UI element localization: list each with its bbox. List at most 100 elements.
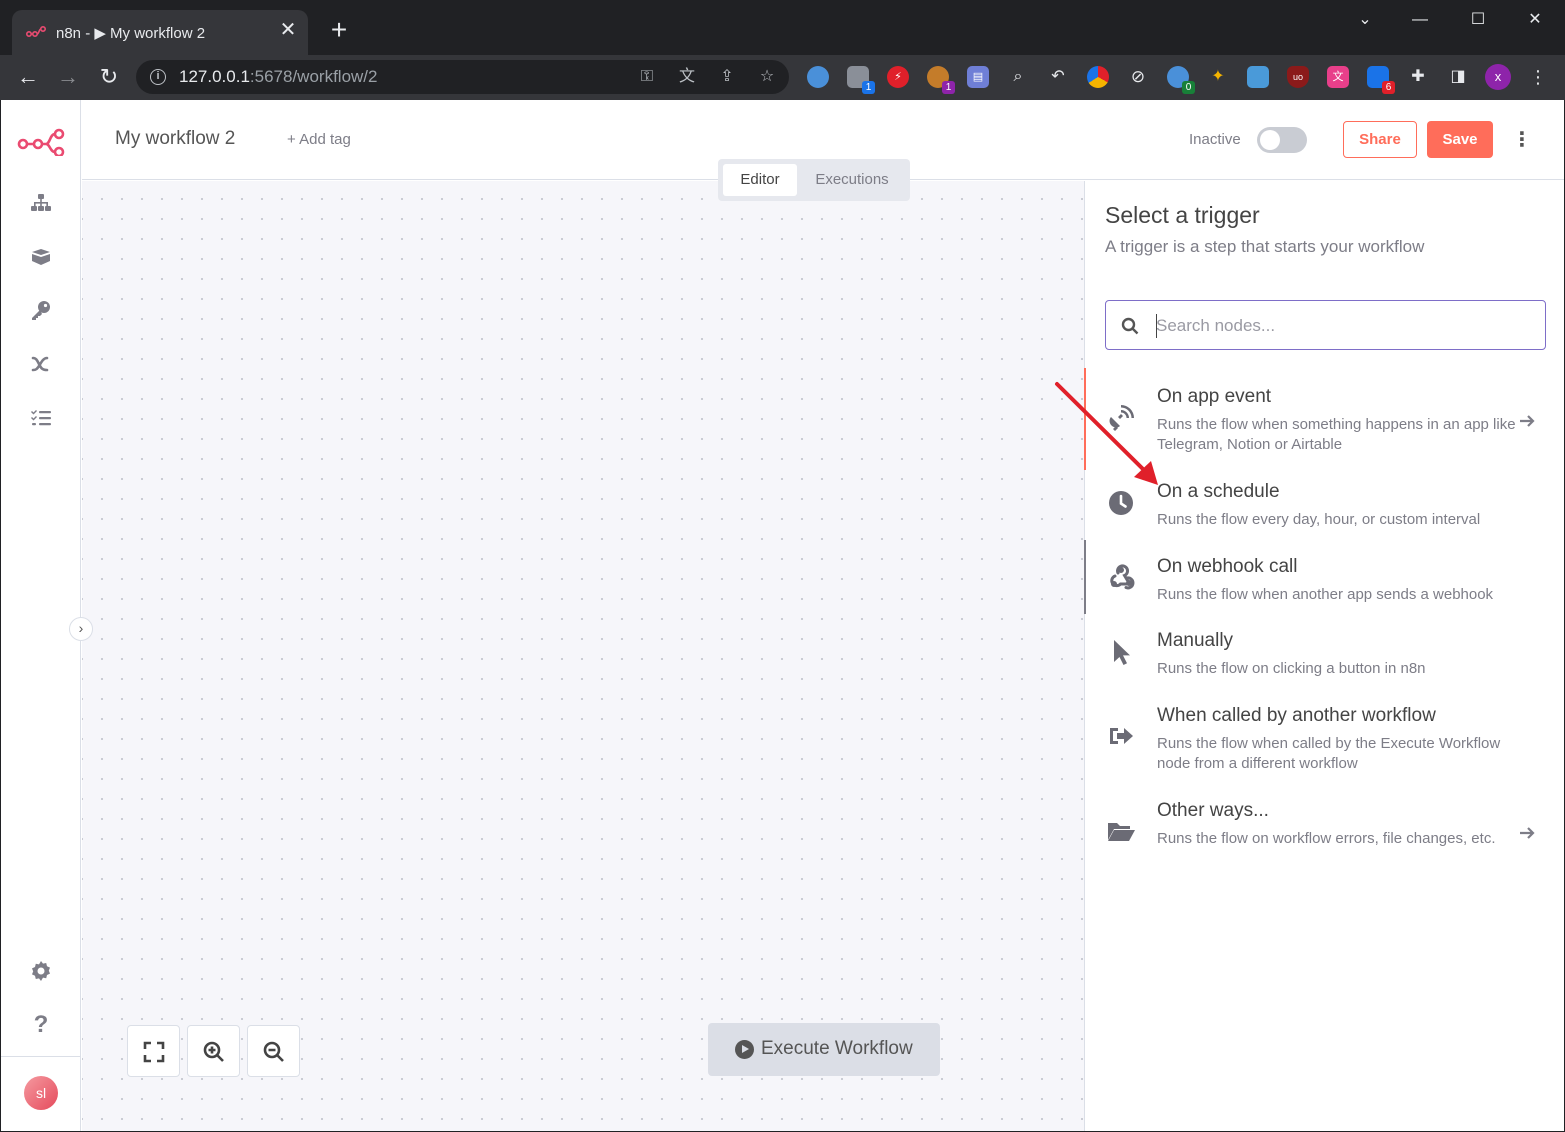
site-info-icon[interactable]: i [150, 69, 166, 85]
user-avatar[interactable]: sl [24, 1076, 58, 1110]
workflow-canvas[interactable]: Editor Executions Execute Workflow [82, 159, 1084, 1131]
extension-book-icon[interactable] [1247, 66, 1269, 88]
key-icon[interactable]: ⚿ [636, 67, 658, 87]
share-button[interactable]: Share [1343, 121, 1417, 158]
play-icon [735, 1040, 754, 1059]
extension-block-icon[interactable]: ⊘ [1127, 66, 1149, 88]
extension-compass-icon[interactable] [807, 66, 829, 88]
active-indicator [1084, 368, 1086, 470]
close-window-icon[interactable]: ✕ [1515, 8, 1555, 32]
satellite-icon [1105, 402, 1137, 434]
n8n-logo-icon[interactable] [17, 128, 65, 156]
trigger-item-desc: Runs the flow on clicking a button in n8… [1157, 660, 1426, 677]
trigger-item-app-event[interactable]: On app event Runs the flow when somethin… [1084, 368, 1564, 470]
workflows-icon[interactable] [29, 191, 53, 215]
trigger-item-desc: Runs the flow every day, hour, or custom… [1157, 511, 1481, 528]
trigger-item-called-by-workflow[interactable]: When called by another workflow Runs the… [1085, 705, 1564, 783]
workflow-name[interactable]: My workflow 2 [115, 128, 235, 150]
extension-translate-icon[interactable]: 文 [1327, 66, 1349, 88]
trigger-item-desc: Runs the flow on workflow errors, file c… [1157, 830, 1496, 847]
executions-icon[interactable] [29, 406, 53, 430]
variables-icon[interactable] [29, 352, 53, 376]
templates-icon[interactable] [29, 245, 53, 269]
side-panel-icon[interactable]: ◨ [1447, 66, 1469, 88]
panel-title: Select a trigger [1105, 202, 1260, 228]
reload-icon[interactable]: ↻ [95, 63, 123, 91]
tab-editor[interactable]: Editor [723, 164, 797, 196]
trigger-panel: Select a trigger A trigger is a step tha… [1084, 181, 1564, 1131]
extension-ublock-icon[interactable]: uo [1287, 66, 1309, 88]
profile-avatar[interactable]: x [1485, 64, 1511, 90]
active-toggle[interactable] [1257, 127, 1307, 153]
back-icon[interactable]: ← [14, 63, 42, 91]
new-tab-button[interactable]: + [326, 16, 352, 44]
forward-icon[interactable]: → [54, 63, 82, 91]
trigger-item-name: Other ways... [1157, 800, 1269, 821]
credentials-icon[interactable] [29, 299, 53, 323]
extensions-puzzle-icon[interactable]: ✚ [1407, 66, 1429, 88]
tab-title: n8n - ▶ My workflow 2 [56, 25, 206, 42]
browser-menu-icon[interactable]: ⋮ [1527, 66, 1549, 88]
extension-apps-icon[interactable]: 6 [1367, 66, 1395, 94]
active-status-label: Inactive [1189, 131, 1241, 148]
extension-cloud-icon[interactable]: 0 [1167, 66, 1195, 94]
extension-pie-icon[interactable] [1087, 66, 1109, 88]
arrow-right-icon [1520, 415, 1535, 427]
zoom-out-button[interactable] [247, 1025, 300, 1077]
sidebar-divider [1, 1056, 81, 1057]
arrow-right-icon [1520, 827, 1535, 839]
trigger-item-schedule[interactable]: On a schedule Runs the flow every day, h… [1085, 481, 1564, 537]
fullscreen-icon [143, 1041, 165, 1063]
add-tag-button[interactable]: + Add tag [287, 131, 351, 148]
more-options-icon[interactable]: ⋮ [1510, 127, 1534, 153]
settings-icon[interactable] [29, 959, 53, 983]
n8n-app: ? sl › My workflow 2 + Add tag Inactive … [1, 100, 1564, 1131]
zoom-in-icon [203, 1041, 224, 1062]
minimize-icon[interactable]: — [1400, 8, 1440, 32]
trigger-item-name: On webhook call [1157, 556, 1298, 577]
address-bar[interactable]: i 127.0.0.1:5678/workflow/2 ⚿ 文 ⇪ ☆ [136, 60, 789, 94]
url-text: 127.0.0.1:5678/workflow/2 [179, 67, 378, 86]
extension-chart-icon[interactable]: 1 [847, 66, 875, 94]
sidebar-expand-button[interactable]: › [69, 617, 93, 641]
extension-cat-icon[interactable]: ✦ [1207, 66, 1229, 88]
tab-close-icon[interactable]: ✕ [278, 20, 298, 40]
browser-tabstrip: n8n - ▶ My workflow 2 ✕ + ⌄ — ☐ ✕ [0, 0, 1565, 56]
share-page-icon[interactable]: ⇪ [716, 67, 738, 87]
extension-window-icon[interactable]: ▤ [967, 66, 989, 88]
translate-icon[interactable]: 文 [676, 67, 698, 87]
tab-executions[interactable]: Executions [800, 164, 904, 196]
trigger-item-webhook[interactable]: On webhook call Runs the flow when anoth… [1084, 540, 1564, 614]
extension-undo-icon[interactable]: ↶ [1047, 66, 1069, 88]
help-icon[interactable]: ? [29, 1013, 53, 1037]
tab-search-icon[interactable]: ⌄ [1345, 8, 1385, 32]
maximize-icon[interactable]: ☐ [1458, 8, 1498, 32]
browser-tab[interactable]: n8n - ▶ My workflow 2 ✕ [12, 10, 308, 56]
save-button[interactable]: Save [1427, 121, 1493, 158]
zoom-out-icon [263, 1041, 284, 1062]
trigger-item-name: Manually [1157, 630, 1234, 651]
toggle-knob [1260, 130, 1280, 150]
extension-bolt-icon[interactable]: ⚡ [887, 66, 909, 88]
trigger-item-manually[interactable]: Manually Runs the flow on clicking a but… [1085, 630, 1564, 688]
bookmark-star-icon[interactable]: ☆ [756, 67, 778, 87]
trigger-item-other-ways[interactable]: Other ways... Runs the flow on workflow … [1085, 800, 1564, 878]
text-caret [1156, 314, 1157, 338]
trigger-item-name: On app event [1157, 386, 1272, 407]
hover-indicator [1084, 540, 1086, 614]
view-switch: Editor Executions [718, 159, 910, 201]
search-icon [1121, 317, 1139, 335]
n8n-favicon-icon [26, 26, 46, 38]
trigger-item-desc: Runs the flow when another app sends a w… [1157, 586, 1494, 603]
panel-subtitle: A trigger is a step that starts your wor… [1105, 237, 1425, 256]
execute-workflow-button[interactable]: Execute Workflow [708, 1023, 940, 1076]
extension-search-icon[interactable]: ⌕ [1007, 66, 1029, 88]
search-nodes-input[interactable] [1156, 313, 1536, 339]
trigger-item-name: When called by another workflow [1157, 705, 1436, 726]
clock-icon [1105, 487, 1137, 519]
zoom-in-button[interactable] [187, 1025, 240, 1077]
search-nodes-field[interactable] [1105, 300, 1546, 350]
extension-cookie-icon[interactable]: 1 [927, 66, 955, 94]
folder-open-icon [1105, 815, 1137, 847]
zoom-to-fit-button[interactable] [127, 1025, 180, 1077]
